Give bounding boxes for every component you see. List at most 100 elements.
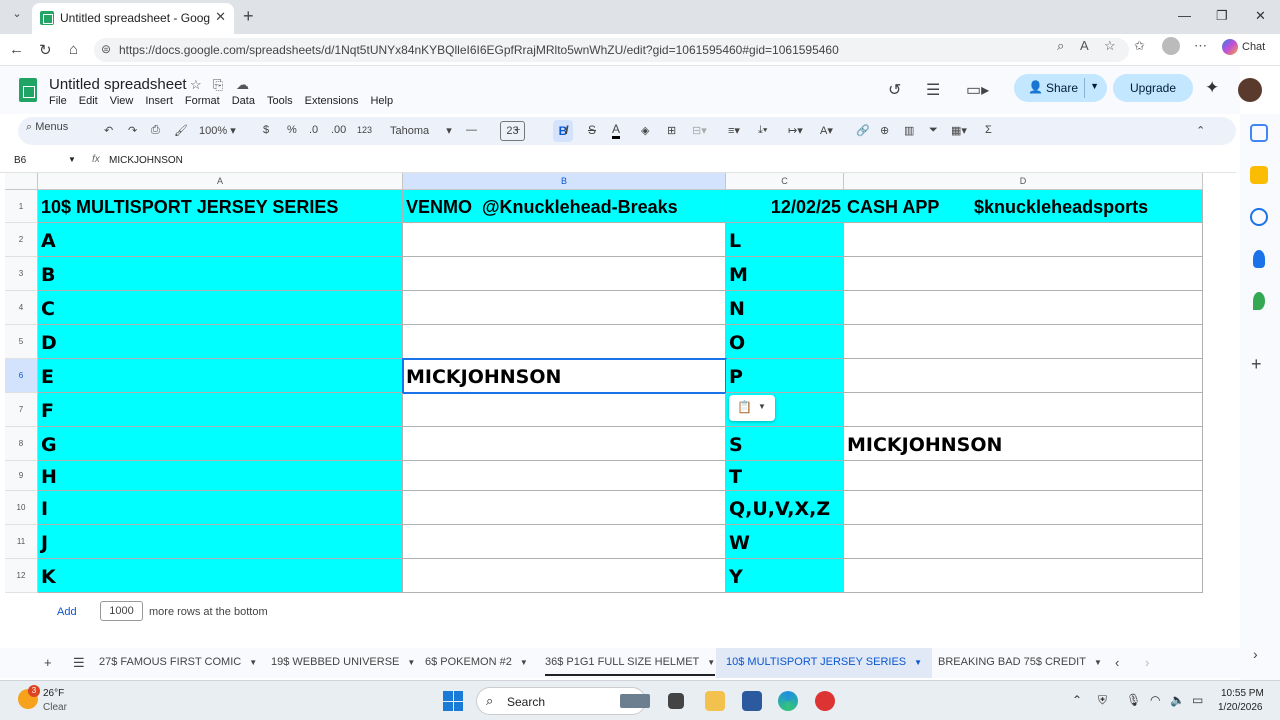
- document-title[interactable]: Untitled spreadsheet: [49, 76, 187, 93]
- row-header-11[interactable]: 11: [5, 525, 38, 559]
- cell-b12[interactable]: [403, 559, 726, 593]
- spreadsheet-grid[interactable]: A B C D 1 10$ MULTISPORT JERSEY SERIES VEN…: [0, 173, 1236, 595]
- cell-d5[interactable]: [844, 325, 1203, 359]
- reload-icon[interactable]: ↻: [39, 41, 52, 59]
- sheet-tab-breaking-bad-credit[interactable]: BREAKING BAD 75$ CREDIT ▼: [938, 656, 1102, 668]
- row-header-9[interactable]: 9: [5, 461, 38, 491]
- add-rows-button[interactable]: Add: [57, 606, 77, 618]
- clock-date[interactable]: 1/20/2026: [1218, 702, 1263, 713]
- get-addons-plus-icon[interactable]: +: [1251, 354, 1262, 375]
- sheet-tab-pokemon-2[interactable]: 6$ POKEMON #2 ▼: [425, 656, 528, 668]
- select-all-corner[interactable]: [5, 173, 38, 190]
- column-header-b[interactable]: B: [403, 173, 726, 190]
- cell-d11[interactable]: [844, 525, 1203, 559]
- row-header-6[interactable]: 6: [5, 359, 38, 393]
- file-explorer-icon[interactable]: [705, 691, 725, 711]
- meet-video-icon[interactable]: ▭▸: [966, 80, 989, 100]
- decrease-decimal-button[interactable]: .0: [309, 124, 318, 136]
- cell-c2[interactable]: L: [726, 223, 844, 257]
- hide-side-panel-icon[interactable]: ›: [1253, 646, 1258, 662]
- cell-c9[interactable]: T: [726, 461, 844, 491]
- cell-a10[interactable]: I: [38, 491, 403, 525]
- redo-icon[interactable]: ↷: [128, 124, 137, 137]
- paste-options-button[interactable]: 📋 ▼: [729, 395, 775, 421]
- scroll-tabs-left-icon[interactable]: ‹: [1115, 655, 1119, 670]
- text-color-button[interactable]: A: [612, 122, 621, 139]
- minimize-icon[interactable]: —: [1178, 8, 1191, 23]
- menu-extensions[interactable]: Extensions: [305, 95, 359, 107]
- cell-c8[interactable]: S: [726, 427, 844, 461]
- wifi-icon[interactable]: ◠: [1150, 693, 1160, 707]
- cell-b2[interactable]: [403, 223, 726, 257]
- maximize-icon[interactable]: ❐: [1216, 8, 1228, 24]
- close-window-icon[interactable]: ✕: [1255, 8, 1266, 24]
- add-sheet-plus-icon[interactable]: +: [44, 655, 52, 670]
- home-icon[interactable]: ⌂: [69, 41, 78, 58]
- upgrade-button[interactable]: Upgrade: [1113, 74, 1193, 102]
- zoom-select[interactable]: 100% ▾: [199, 124, 236, 137]
- functions-sigma-icon[interactable]: Σ: [985, 124, 992, 136]
- column-header-d[interactable]: D: [844, 173, 1203, 190]
- text-rotation-icon[interactable]: A▾: [820, 124, 833, 137]
- filter-icon[interactable]: ⏷: [929, 124, 938, 137]
- row-header-5[interactable]: 5: [5, 325, 38, 359]
- cell-b4[interactable]: [403, 291, 726, 325]
- show-hidden-icons-chevron-icon[interactable]: ⌃: [1072, 693, 1082, 707]
- windows-start-icon[interactable]: [443, 691, 463, 711]
- row-header-7[interactable]: 7: [5, 393, 38, 427]
- insert-comment-icon[interactable]: ⊕: [880, 124, 889, 137]
- cell-a4[interactable]: C: [38, 291, 403, 325]
- cell-d8[interactable]: MICKJOHNSON: [844, 427, 1203, 461]
- all-sheets-menu-icon[interactable]: ☰: [73, 655, 85, 671]
- sheet-tab-famous-first-comic[interactable]: 27$ FAMOUS FIRST COMIC ▼: [99, 656, 257, 668]
- tab-list-chevron-icon[interactable]: ⌄: [8, 7, 26, 25]
- menu-insert[interactable]: Insert: [145, 95, 173, 107]
- menu-data[interactable]: Data: [232, 95, 255, 107]
- cell-b6[interactable]: MICKJOHNSON: [402, 358, 727, 394]
- edge-browser-icon[interactable]: [778, 691, 798, 711]
- gemini-sparkle-icon[interactable]: ✦: [1205, 78, 1219, 98]
- cloud-status-icon[interactable]: ☁: [236, 77, 249, 93]
- zoom-icon[interactable]: ⌕: [1057, 38, 1064, 54]
- cell-c6[interactable]: P: [726, 359, 844, 393]
- undo-icon[interactable]: ↶: [104, 124, 113, 137]
- cell-b3[interactable]: [403, 257, 726, 291]
- sheet-tab-webbed-universe[interactable]: 19$ WEBBED UNIVERSE ▼: [271, 656, 415, 668]
- align-left-icon[interactable]: ≡▾: [728, 124, 740, 137]
- currency-button[interactable]: $: [263, 124, 269, 136]
- row-header-10[interactable]: 10: [5, 491, 38, 525]
- contacts-icon[interactable]: [1253, 250, 1265, 268]
- menus-search[interactable]: ⌕ Menus: [26, 121, 106, 141]
- cell-d4[interactable]: [844, 291, 1203, 325]
- cell-c5[interactable]: O: [726, 325, 844, 359]
- avatar[interactable]: [1238, 78, 1262, 102]
- close-tab-icon[interactable]: ✕: [215, 9, 226, 25]
- favorites-icon[interactable]: ✩: [1134, 38, 1145, 54]
- cell-c4[interactable]: N: [726, 291, 844, 325]
- borders-icon[interactable]: ⊞: [667, 124, 676, 137]
- cell-a8[interactable]: G: [38, 427, 403, 461]
- cell-d1[interactable]: CASH APP $knuckleheadsports: [844, 190, 1203, 223]
- fill-color-icon[interactable]: ◈: [641, 124, 649, 137]
- formula-input[interactable]: MICKJOHNSON: [109, 155, 183, 166]
- profile-icon[interactable]: [1162, 37, 1180, 55]
- search-highlight-icon[interactable]: [620, 694, 650, 708]
- star-icon[interactable]: ☆: [190, 77, 202, 93]
- sheet-tab-multisport-jersey-series[interactable]: 10$ MULTISPORT JERSEY SERIES ▼: [716, 648, 933, 678]
- cell-c10[interactable]: Q,U,V,X,Z: [726, 491, 844, 525]
- print-icon[interactable]: ⎙: [151, 124, 160, 137]
- scroll-tabs-right-icon[interactable]: ›: [1145, 655, 1149, 670]
- cell-b1[interactable]: VENMO @Knucklehead-Breaks: [403, 190, 726, 223]
- cell-d10[interactable]: [844, 491, 1203, 525]
- battery-icon[interactable]: ▭: [1192, 693, 1203, 707]
- cell-b5[interactable]: [403, 325, 726, 359]
- maps-icon[interactable]: [1253, 292, 1265, 310]
- share-dropdown-icon[interactable]: ▼: [1090, 81, 1099, 91]
- cell-d3[interactable]: [844, 257, 1203, 291]
- menu-edit[interactable]: Edit: [79, 95, 98, 107]
- cell-b10[interactable]: [403, 491, 726, 525]
- microphone-icon[interactable]: 🎙: [1126, 693, 1141, 707]
- copilot-chat-button[interactable]: Chat: [1222, 39, 1265, 55]
- menu-help[interactable]: Help: [370, 95, 393, 107]
- app-icon[interactable]: [815, 691, 835, 711]
